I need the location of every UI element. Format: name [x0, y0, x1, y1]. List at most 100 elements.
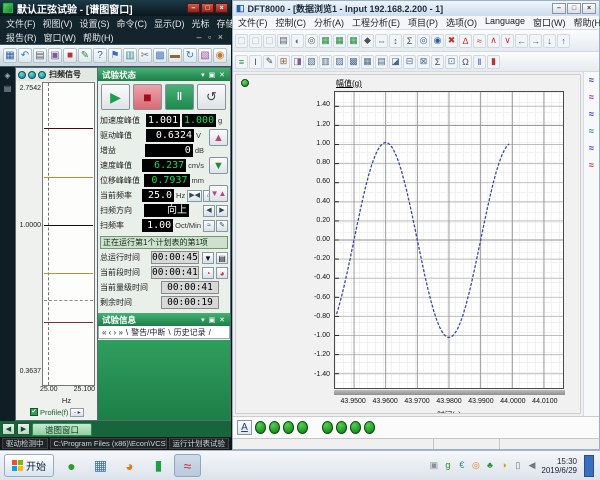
close-button[interactable]: × [582, 3, 596, 14]
frequency-control-button[interactable]: ▶◀ [187, 190, 202, 202]
signal-wave-icon[interactable]: ≈ [589, 160, 594, 170]
toolbar-icon[interactable]: ∨ [501, 34, 514, 48]
toolbar-icon[interactable]: ◎ [305, 34, 318, 48]
menu-item[interactable]: 工程分析(E) [352, 16, 400, 29]
menu-item[interactable]: 窗口(W) [44, 31, 77, 44]
side-icon[interactable]: ▤ [4, 84, 12, 93]
toolbar-icon[interactable]: ◪ [389, 55, 402, 69]
maximize-button[interactable]: □ [201, 3, 214, 13]
tray-icon[interactable]: ▯ [512, 460, 523, 471]
channel-node-icon[interactable] [241, 79, 249, 87]
signal-wave-icon[interactable]: ≈ [589, 75, 594, 85]
toolbar-icon[interactable]: ▤ [33, 48, 47, 63]
tray-icon[interactable]: ◑ [498, 460, 509, 471]
timer-tool-button[interactable]: ▤ [216, 252, 228, 264]
maximize-button[interactable]: □ [567, 3, 581, 14]
toolbar-icon[interactable]: ◐ [291, 34, 304, 48]
minimize-button[interactable]: – [552, 3, 566, 14]
tab-scroll-right[interactable]: ▶ [17, 423, 30, 435]
restart-test-button[interactable]: ↺ [197, 84, 226, 110]
profile-spinner[interactable]: - ▸ [70, 408, 84, 417]
toolbar-icon[interactable]: ▥ [123, 48, 137, 63]
channel-dot-icon[interactable] [18, 71, 26, 79]
toolbar-icon[interactable]: ◨ [291, 55, 304, 69]
direction-button[interactable]: ▶ [216, 205, 228, 217]
toolbar-icon[interactable]: ◉ [431, 34, 444, 48]
taskbar-app-icon[interactable]: ▮ [145, 454, 172, 477]
start-button[interactable]: 开始 [4, 454, 54, 477]
tray-icon[interactable]: ◀ [526, 460, 537, 471]
level-double-button[interactable]: ▼▲ [209, 185, 228, 202]
toolbar-icon[interactable]: ✎ [78, 48, 92, 63]
menu-item[interactable]: 显示(D) [154, 17, 185, 30]
tab-history[interactable]: 历史记录 [174, 327, 206, 338]
toolbar-icon[interactable]: ◎ [417, 34, 430, 48]
channel-a-button[interactable]: A [237, 420, 252, 435]
tray-icon[interactable]: ◎ [470, 460, 481, 471]
tray-icon[interactable]: ♣ [484, 460, 495, 471]
tab-nav-buttons[interactable]: « ‹ › » [102, 328, 123, 337]
toolbar-icon[interactable]: ◆ [361, 34, 374, 48]
channel-dot-icon[interactable] [38, 71, 46, 79]
rate-button[interactable]: ✎ [216, 220, 228, 232]
toolbar-icon[interactable]: ▮ [487, 55, 500, 69]
toolbar-icon[interactable]: ✎ [263, 55, 276, 69]
toolbar-icon[interactable]: ≈ [473, 34, 486, 48]
toolbar-icon[interactable]: ▦ [361, 55, 374, 69]
menu-item[interactable]: 分析(A) [314, 16, 344, 29]
toolbar-icon[interactable]: ▤ [375, 55, 388, 69]
toolbar-icon[interactable]: ∧ [487, 34, 500, 48]
toolbar-icon[interactable]: ▦ [3, 48, 17, 63]
tray-icon[interactable]: € [456, 460, 467, 471]
toolbar-icon[interactable]: ⚑ [108, 48, 122, 63]
right-titlebar[interactable]: ◧ DFT8000 - [数据浏览1 - Input 192.168.2.200… [233, 1, 599, 16]
menu-item[interactable]: 项目(P) [408, 16, 438, 29]
toolbar-icon[interactable]: ↶ [18, 48, 32, 63]
menu-item[interactable]: 帮助(H) [574, 16, 600, 29]
toolbar-icon[interactable]: ▤ [277, 34, 290, 48]
toolbar-icon[interactable]: ⊠ [417, 55, 430, 69]
toolbar-icon[interactable]: ▦ [319, 34, 332, 48]
toolbar-icon[interactable]: Σ [431, 55, 444, 69]
toolbar-icon[interactable]: ◉ [213, 48, 227, 63]
toolbar-icon[interactable]: ▢ [235, 34, 248, 48]
toolbar-icon[interactable]: ▦ [347, 34, 360, 48]
toolbar-icon[interactable]: ⇔ [375, 34, 388, 48]
toolbar-icon[interactable]: ∆ [459, 34, 472, 48]
side-icon[interactable]: ◈ [4, 71, 10, 80]
toolbar-icon[interactable]: ▢ [249, 34, 262, 48]
tray-icon[interactable]: g [442, 460, 453, 471]
taskbar-app-icon[interactable]: ◕ [116, 454, 143, 477]
signal-wave-icon[interactable]: ≈ [589, 92, 594, 102]
toolbar-icon[interactable]: ← [515, 34, 528, 48]
toolbar-icon[interactable]: ⊞ [277, 55, 290, 69]
signal-wave-icon[interactable]: ≈ [589, 109, 594, 119]
start-test-button[interactable]: ▶ [101, 84, 130, 110]
toolbar-icon[interactable]: ▩ [347, 55, 360, 69]
profile-checkbox[interactable]: ✔ [30, 408, 38, 416]
menu-item[interactable]: 窗口(W) [533, 16, 566, 29]
toolbar-icon[interactable]: ↻ [183, 48, 197, 63]
toolbar-icon[interactable]: ▬ [168, 48, 182, 63]
toolbar-icon[interactable]: ‖ [473, 55, 486, 69]
menu-item[interactable]: 光标 [192, 17, 210, 30]
toolbar-icon[interactable]: ■ [63, 48, 77, 63]
taskbar-app-icon[interactable]: ▦ [87, 454, 114, 477]
toolbar-icon[interactable]: I [249, 55, 262, 69]
toolbar-icon[interactable]: ▢ [263, 34, 276, 48]
toolbar-icon[interactable]: ▩ [153, 48, 167, 63]
menu-item[interactable]: 文件(F) [238, 16, 268, 29]
toolbar-icon[interactable]: ⊟ [403, 55, 416, 69]
menu-item[interactable]: 视图(V) [43, 17, 73, 30]
mdi-window-buttons[interactable]: – ▫ × [197, 32, 225, 42]
direction-button[interactable]: ◀ [203, 205, 215, 217]
minimize-button[interactable]: – [187, 3, 200, 13]
toolbar-icon[interactable]: ↓ [543, 34, 556, 48]
menu-item[interactable]: 命令(C) [117, 17, 148, 30]
toolbar-icon[interactable]: ✖ [445, 34, 458, 48]
timer-clock-button[interactable]: ◕ [216, 267, 228, 279]
left-titlebar[interactable]: 默认正弦试验 - [谱图窗口] – □ × [0, 0, 231, 16]
toolbar-icon[interactable]: Ω [459, 55, 472, 69]
menu-item[interactable]: 帮助(H) [83, 31, 114, 44]
toolbar-icon[interactable]: ▥ [319, 55, 332, 69]
